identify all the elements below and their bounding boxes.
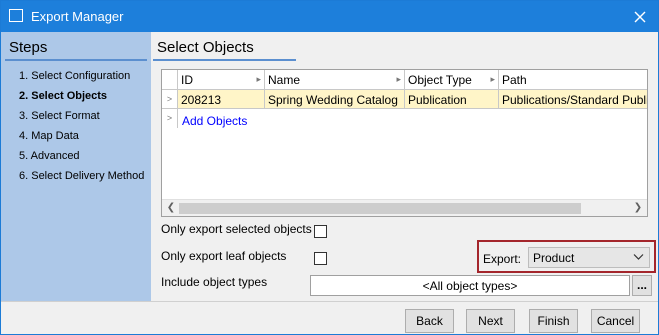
step-advanced[interactable]: 5. Advanced [19,150,80,162]
content-panel: Select Objects ID ▸ Name ▸ Object Type ▸ [151,32,658,301]
column-label: Path [502,73,527,87]
add-objects-link[interactable]: Add Objects [182,114,247,128]
table-cell[interactable]: 208213 [178,90,265,109]
close-button[interactable] [630,7,650,27]
only-leaf-label: Only export leaf objects [161,249,287,263]
chevron-down-icon [633,254,644,260]
cancel-button[interactable]: Cancel [591,309,640,333]
title-divider [153,59,296,61]
header-corner [162,70,178,90]
sort-arrow-icon: ▸ [396,74,401,84]
window-title: Export Manager [31,9,124,24]
column-label: Object Type [408,73,472,87]
export-manager-window: Export Manager Steps 1. Select Configura… [0,0,659,335]
page-title: Select Objects [157,39,254,56]
step-select-delivery-method[interactable]: 6. Select Delivery Method [19,170,144,182]
export-dropdown-value: Product [533,251,575,265]
column-header-object-type[interactable]: Object Type ▸ [405,70,499,90]
export-dropdown[interactable]: Product [528,247,650,268]
row-indicator[interactable]: > [162,90,178,109]
export-highlight-box: Export: Product [477,240,656,273]
object-types-field[interactable]: <All object types> [310,275,630,296]
table-cell[interactable]: Spring Wedding Catalog [265,90,405,109]
sort-arrow-icon: ▸ [256,74,261,84]
step-map-data[interactable]: 4. Map Data [19,130,79,142]
column-header-id[interactable]: ID ▸ [178,70,265,90]
table-cell[interactable]: Publication [405,90,499,109]
column-header-name[interactable]: Name ▸ [265,70,405,90]
footer-bar: Back Next Finish Cancel [1,301,658,334]
horizontal-scrollbar[interactable]: ❮ ❯ [162,199,647,216]
only-selected-label: Only export selected objects [161,222,312,236]
sort-arrow-icon: ▸ [490,74,495,84]
objects-grid: ID ▸ Name ▸ Object Type ▸ Path > 208213 … [161,69,648,217]
grid-header: ID ▸ Name ▸ Object Type ▸ Path [162,70,647,90]
step-select-objects[interactable]: 2. Select Objects [19,90,107,102]
title-bar: Export Manager [1,1,658,32]
column-label: ID [181,73,193,87]
only-selected-checkbox[interactable] [314,225,327,238]
window-icon [9,9,23,22]
close-icon [634,11,646,23]
column-label: Name [268,73,301,87]
steps-title: Steps [9,39,48,56]
steps-divider [5,59,147,61]
new-row-indicator: > [162,109,178,128]
scrollbar-thumb[interactable] [179,203,581,214]
export-label: Export: [483,252,522,266]
browse-object-types-button[interactable]: ... [632,275,652,296]
next-button[interactable]: Next [466,309,515,333]
step-select-configuration[interactable]: 1. Select Configuration [19,70,130,82]
include-types-label: Include object types [161,275,268,289]
step-select-format[interactable]: 3. Select Format [19,110,100,122]
table-cell[interactable]: Publications/Standard Public... [499,90,647,109]
column-header-path[interactable]: Path [499,70,647,90]
only-leaf-checkbox[interactable] [314,252,327,265]
steps-panel: Steps 1. Select Configuration 2. Select … [1,32,151,301]
back-button[interactable]: Back [405,309,454,333]
finish-button[interactable]: Finish [529,309,578,333]
scroll-right-icon[interactable]: ❯ [631,202,645,215]
scroll-left-icon[interactable]: ❮ [164,202,178,215]
